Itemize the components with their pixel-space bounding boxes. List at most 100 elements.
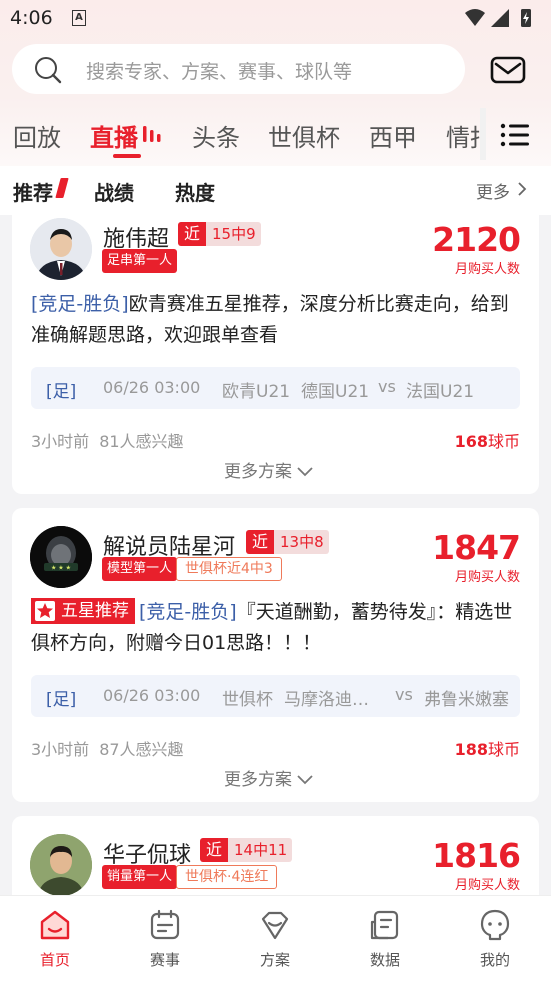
card-meta: 3小时前 81人感兴趣 (31, 428, 184, 452)
sub-tabs: 推荐 战绩 热度 更多 (0, 166, 551, 212)
star-icon (35, 601, 55, 621)
nav-label: 首页 (39, 951, 70, 969)
tab-live[interactable]: 直播 (90, 118, 138, 153)
tab-replay[interactable]: 回放 (13, 118, 61, 153)
subtab-popularity[interactable]: 热度 (175, 177, 215, 206)
nav-plans[interactable]: 方案 (220, 896, 330, 981)
recent-label: 近 (246, 530, 275, 554)
achievement-tag: 世俱杯近4中3 (176, 557, 282, 581)
menu-icon[interactable] (500, 122, 530, 148)
expert-feed: 施伟超 近 15中9 足串第一人 2120 月购买人数 [竞足-胜负]欧青赛准五星… (0, 212, 551, 895)
plan-description[interactable]: [竞足-胜负]欧青赛准五星推荐，深度分析比赛走向，给到准确解题思路，欢迎跟单查看 (31, 289, 526, 351)
plan-icon (261, 911, 289, 940)
honor-tag: 模型第一人 (102, 557, 178, 581)
more-plans-label: 更多方案 (224, 770, 292, 790)
match-away-team: 弗鲁米嫩塞 (424, 690, 509, 710)
svg-text:★ ★ ★: ★ ★ ★ (51, 565, 71, 572)
monthly-buyers-label: 月购买人数 (454, 262, 520, 277)
monthly-buyers-count: 2120 (432, 220, 521, 259)
nav-home[interactable]: 首页 (0, 896, 110, 981)
price-unit: 球币 (487, 740, 520, 759)
match-home-team: 德国U21 (301, 382, 370, 402)
recent-record: 14中11 (234, 841, 288, 859)
monthly-buyers-label: 月购买人数 (454, 878, 520, 893)
lottery-type: [竞足-胜负] (31, 293, 129, 315)
profile-icon (480, 909, 510, 941)
bottom-navigation: 首页 赛事 方案 数据 我的 (0, 895, 551, 981)
more-plans-button[interactable]: 更多方案 (224, 457, 314, 482)
avatar[interactable]: ★ ★ ★ (30, 526, 92, 588)
match-time: 06/26 03:00 (103, 378, 201, 397)
recent-label: 近 (200, 838, 229, 862)
match-home-team: 马摩洛迪… (284, 690, 369, 710)
top-category-tabs: 回放 直播 头条 世俱杯 西甲 情报 (0, 110, 485, 160)
monthly-buyers-label: 月购买人数 (454, 570, 520, 585)
match-info[interactable]: [足] 06/26 03:00 世俱杯 马摩洛迪… vs 弗鲁米嫩塞 (31, 675, 520, 717)
tabs-divider (480, 108, 486, 160)
match-sport-type: [足] (46, 690, 77, 710)
avatar[interactable] (30, 834, 92, 895)
achievement-tag: 世俱杯·4连红 (176, 865, 278, 889)
lottery-type: [竞足-胜负] (139, 601, 237, 623)
match-info[interactable]: [足] 06/26 03:00 欧青U21 德国U21 vs 法国U21 (31, 367, 520, 409)
tab-headlines[interactable]: 头条 (192, 118, 240, 153)
notification-a-icon: A (72, 10, 86, 26)
match-sport-type: [足] (46, 382, 77, 402)
monthly-buyers-count: 1847 (432, 528, 521, 567)
nav-label: 我的 (479, 951, 510, 969)
tab-club-world-cup[interactable]: 世俱杯 (268, 118, 340, 153)
match-league: 世俱杯 (222, 690, 273, 710)
nav-label: 赛事 (149, 951, 180, 969)
plan-price: 188球币 (455, 736, 520, 760)
price-value: 188 (454, 740, 488, 759)
nav-profile[interactable]: 我的 (440, 896, 550, 981)
more-plans-button[interactable]: 更多方案 (224, 765, 314, 790)
avatar[interactable] (30, 218, 92, 280)
system-status-icons (465, 9, 531, 27)
signal-icon (491, 9, 509, 27)
status-bar: 4:06 A (0, 0, 551, 36)
five-star-badge: 五星推荐 (31, 598, 135, 624)
match-time: 06/26 03:00 (103, 686, 201, 705)
honor-tag: 销量第一人 (102, 865, 178, 889)
expert-card[interactable]: 华子侃球 近 14中11 销量第一人 世俱杯·4连红 1816 月购买人数 (12, 816, 539, 895)
monthly-buyers-count: 1816 (432, 836, 521, 875)
tab-laliga[interactable]: 西甲 (369, 118, 417, 153)
interest-count: 81人感兴趣 (99, 432, 184, 451)
match-league: 欧青U21 (222, 382, 291, 402)
recent-record-badge: 近 13中8 (246, 530, 329, 554)
badge-label: 五星推荐 (61, 601, 129, 621)
mail-icon[interactable] (490, 55, 526, 85)
match-vs: vs (395, 685, 413, 704)
wifi-icon (465, 9, 485, 26)
expert-card[interactable]: 施伟超 近 15中9 足串第一人 2120 月购买人数 [竞足-胜负]欧青赛准五星… (12, 212, 539, 494)
data-icon (370, 910, 399, 940)
recent-record-badge: 近 14中11 (200, 838, 293, 862)
status-time: 4:06 (10, 7, 53, 29)
more-plans-label: 更多方案 (224, 462, 292, 482)
nav-matches[interactable]: 赛事 (110, 896, 220, 981)
match-away-team: 法国U21 (406, 382, 475, 402)
card-meta: 3小时前 87人感兴趣 (31, 736, 184, 760)
subtab-recommend[interactable]: 推荐 (13, 177, 53, 206)
search-placeholder: 搜索专家、方案、赛事、球队等 (86, 61, 353, 83)
active-subtab-flag (55, 178, 69, 198)
post-time: 3小时前 (31, 740, 90, 759)
nav-label: 数据 (369, 951, 400, 969)
search-icon (35, 57, 62, 84)
active-tab-underline (113, 154, 141, 158)
post-time: 3小时前 (31, 432, 90, 451)
nav-data[interactable]: 数据 (330, 896, 440, 981)
plan-price: 168球币 (455, 428, 520, 452)
more-link[interactable]: 更多 (476, 178, 510, 203)
search-input[interactable]: 搜索专家、方案、赛事、球队等 (12, 44, 465, 94)
calendar-icon (150, 909, 180, 940)
nav-label: 方案 (259, 951, 290, 969)
expert-card[interactable]: ★ ★ ★ 解说员陆星河 近 13中8 模型第一人 世俱杯近4中3 1847 月购… (12, 508, 539, 802)
plan-description[interactable]: 五星推荐 [竞足-胜负]『天道酬勤，蓄势待发』：精选世俱杯方向，附赠今日01思路！… (31, 597, 526, 659)
recent-label: 近 (178, 222, 207, 246)
chevron-right-icon (518, 182, 527, 196)
home-icon (40, 910, 70, 940)
subtab-record[interactable]: 战绩 (94, 177, 134, 206)
recent-record: 15中9 (212, 225, 256, 243)
